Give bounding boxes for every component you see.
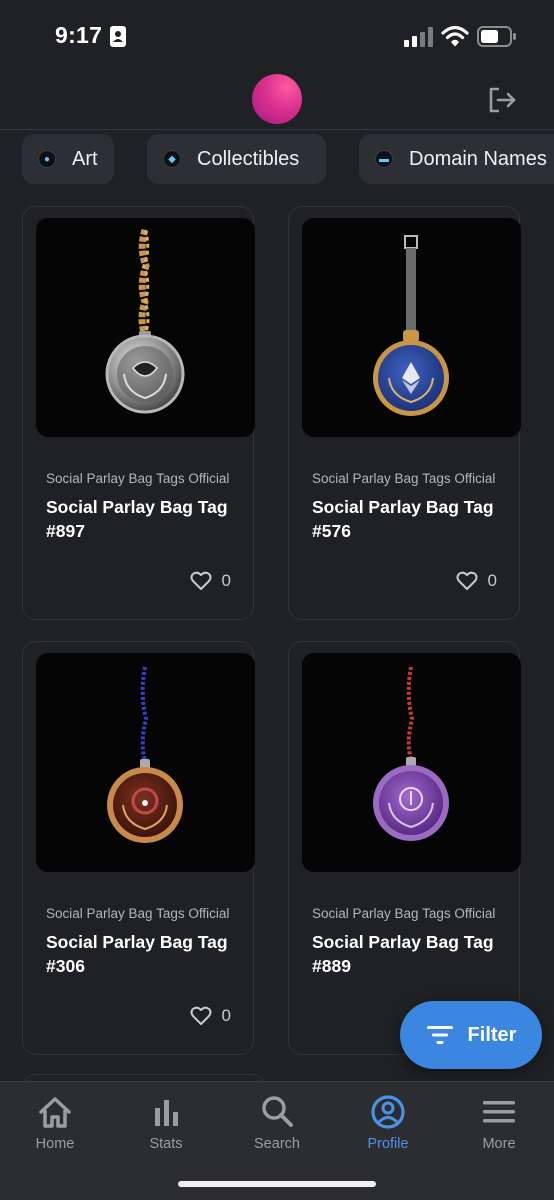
status-time: 9:17 [55,22,103,48]
category-chip-collectibles[interactable]: ◆ Collectibles [147,134,326,184]
category-chips: ● Art ◆ Collectibles ▬ Domain Names [0,134,554,186]
collection-name: Social Parlay Bag Tags Official [312,471,496,486]
nft-title: Social Parlay Bag Tag #306 [46,932,228,976]
heart-icon [190,571,212,590]
nft-image [36,218,255,437]
menu-icon [483,1101,515,1123]
home-indicator [178,1181,376,1187]
nft-card[interactable]: Social Parlay Bag Tags Official Social P… [22,641,255,1055]
nft-card[interactable]: Social Parlay Bag Tags Official Social P… [22,206,255,620]
home-icon [39,1097,71,1128]
tab-label: Stats [149,1136,183,1152]
filter-button[interactable]: Filter [400,1001,542,1069]
app-header [0,72,554,130]
like-count: 0 [221,1006,231,1025]
nft-card[interactable]: Social Parlay Bag Tags Official Social P… [288,641,521,1055]
like-count: 0 [221,571,231,590]
collectibles-icon: ◆ [163,150,181,168]
nft-image [36,653,255,872]
collection-name: Social Parlay Bag Tags Official [46,906,230,921]
tab-home[interactable]: Home [0,1094,110,1156]
collection-name: Social Parlay Bag Tags Official [312,906,496,921]
heart-icon [456,571,478,590]
nft-image [302,653,521,872]
filter-icon [426,1026,453,1044]
tab-search[interactable]: Search [222,1094,332,1156]
stats-icon [155,1100,178,1126]
like-button[interactable]: 0 [456,571,497,591]
like-button[interactable]: 0 [190,571,231,591]
heart-icon [190,1006,212,1025]
profile-icon [371,1095,405,1129]
tab-label: More [482,1136,516,1152]
category-chip-art[interactable]: ● Art [22,134,114,184]
user-avatar[interactable] [252,74,302,124]
nft-card[interactable]: Social Parlay Bag Tags Official Social P… [288,206,521,620]
search-icon [262,1096,293,1127]
tab-profile[interactable]: Profile [333,1094,443,1156]
like-count: 0 [487,571,497,590]
tab-label: Profile [367,1136,409,1152]
chip-label: Collectibles [197,147,300,170]
domain-names-icon: ▬ [375,150,393,168]
nft-image [302,218,521,437]
nft-title: Social Parlay Bag Tag #576 [312,497,494,541]
nft-title: Social Parlay Bag Tag #897 [46,497,228,541]
collection-name: Social Parlay Bag Tags Official [46,471,230,486]
tab-label: Home [35,1136,75,1152]
bag-tag-image [373,235,449,416]
tab-more[interactable]: More [444,1094,554,1156]
bag-tag-image [105,228,185,414]
chip-label: Domain Names [409,147,547,170]
bag-tag-image [373,666,449,841]
battery-icon [477,26,516,47]
wifi-icon [441,25,469,47]
bag-tag-image [107,666,183,843]
contact-card-icon [110,26,126,47]
nft-title: Social Parlay Bag Tag #889 [312,932,494,976]
filter-label: Filter [467,1023,517,1046]
cellular-signal-icon [404,27,433,47]
logout-icon[interactable] [486,84,518,116]
status-bar: 9:17 [0,0,554,72]
chip-label: Art [72,147,98,170]
like-button[interactable]: 0 [190,1006,231,1026]
art-icon: ● [38,150,56,168]
category-chip-domain-names[interactable]: ▬ Domain Names [359,134,554,184]
tab-stats[interactable]: Stats [111,1094,221,1156]
tab-label: Search [254,1136,300,1152]
